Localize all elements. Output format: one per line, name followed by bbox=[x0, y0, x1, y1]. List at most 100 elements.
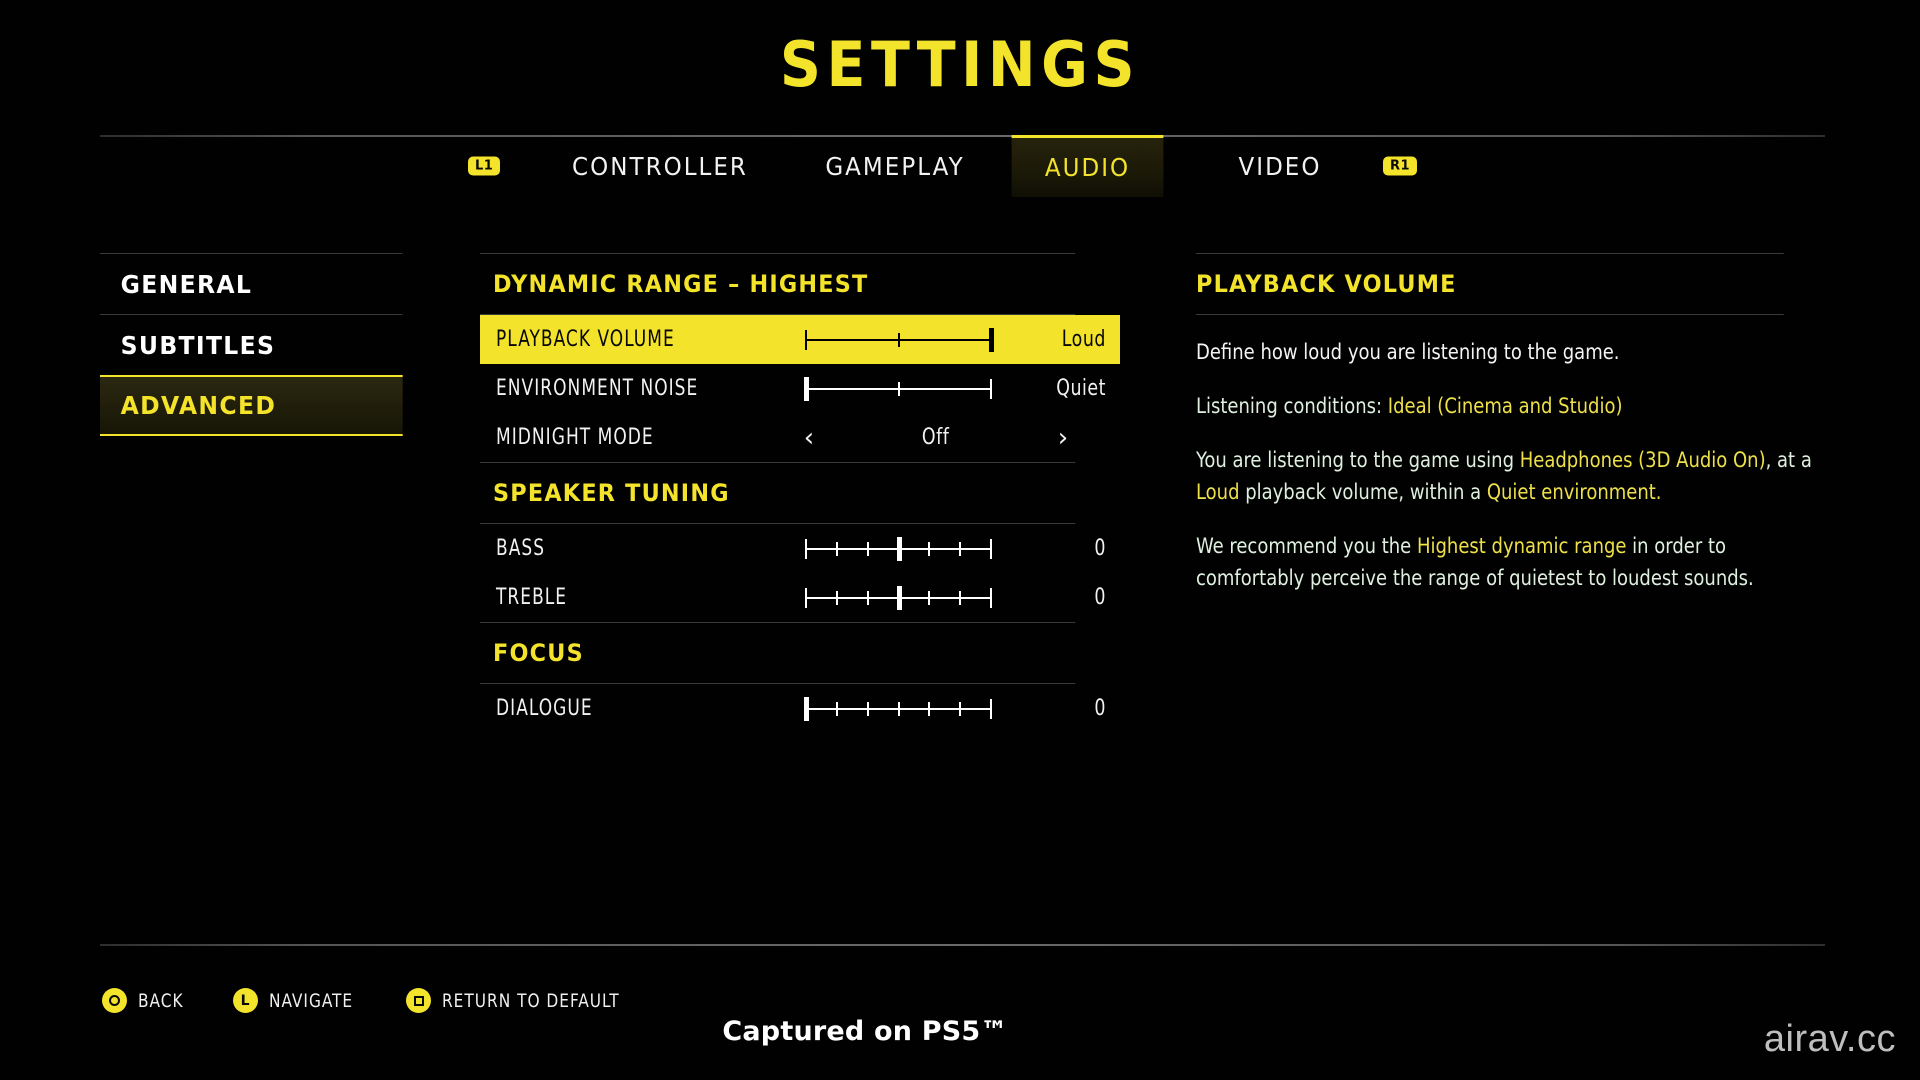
option-control bbox=[796, 315, 1001, 364]
info-highlight: Quiet environment. bbox=[1486, 480, 1662, 505]
option-row-bass[interactable]: BASS 0 bbox=[480, 524, 1120, 573]
page-title: SETTINGS bbox=[779, 28, 1141, 101]
slider-tick bbox=[928, 701, 931, 716]
settings-screen: SETTINGS L1 R1 CONTROLLER GAMEPLAY AUDIO VI… bbox=[0, 0, 1920, 1080]
tab-gameplay[interactable]: GAMEPLAY bbox=[808, 135, 983, 197]
option-control bbox=[796, 573, 1001, 622]
slider-tick bbox=[897, 332, 900, 347]
section-heading-label: FOCUS bbox=[493, 639, 584, 667]
option-label: DIALOGUE bbox=[496, 696, 593, 721]
slider-bass[interactable] bbox=[805, 536, 992, 561]
info-text: , at a bbox=[1765, 448, 1812, 473]
slider-tick bbox=[866, 701, 869, 716]
option-value: Loud bbox=[1061, 327, 1106, 352]
option-label: MIDNIGHT MODE bbox=[496, 425, 654, 450]
info-paragraph: We recommend you the Highest dynamic ran… bbox=[1196, 531, 1825, 595]
section-heading: FOCUS bbox=[480, 622, 1076, 684]
sidebar-item-general[interactable]: GENERAL bbox=[100, 253, 403, 314]
slider-treble[interactable] bbox=[805, 585, 992, 610]
slider-tick bbox=[959, 590, 962, 605]
button-prompt[interactable]: BACK bbox=[102, 988, 189, 1013]
info-panel: PLAYBACK VOLUME Define how loud you are … bbox=[1196, 253, 1828, 617]
chevron-left-icon[interactable]: ‹ bbox=[796, 425, 822, 451]
circle-button-icon bbox=[102, 988, 127, 1013]
chevron-right-icon[interactable]: › bbox=[1050, 425, 1076, 451]
category-list: GENERAL SUBTITLES ADVANCED bbox=[100, 253, 422, 436]
option-row-environment-noise[interactable]: ENVIRONMENT NOISE Quiet bbox=[480, 364, 1120, 413]
option-value: 0 bbox=[1094, 696, 1106, 721]
slider-handle[interactable] bbox=[896, 536, 902, 561]
sidebar-item-subtitles[interactable]: SUBTITLES bbox=[100, 314, 403, 375]
option-value: Quiet bbox=[1056, 376, 1106, 401]
option-value: 0 bbox=[1094, 536, 1106, 561]
slider-tick bbox=[866, 541, 869, 556]
captured-on-ps5-label: Captured on PS5™ bbox=[722, 1016, 1008, 1047]
info-highlight: Ideal (Cinema and Studio) bbox=[1387, 394, 1623, 419]
section-heading: DYNAMIC RANGE – HIGHEST bbox=[480, 253, 1076, 315]
slider-tick bbox=[990, 378, 992, 399]
slider-tick bbox=[928, 541, 931, 556]
option-label: ENVIRONMENT NOISE bbox=[496, 376, 699, 401]
option-value: 0 bbox=[1094, 585, 1106, 610]
slider-tick bbox=[990, 698, 992, 719]
option-control bbox=[796, 524, 1001, 573]
info-text: Listening conditions: bbox=[1196, 394, 1388, 419]
glyph-shape bbox=[109, 995, 120, 1006]
tab-video[interactable]: VIDEO bbox=[1202, 135, 1358, 197]
slider-playback-volume[interactable] bbox=[805, 327, 994, 352]
footer-divider bbox=[100, 944, 1825, 946]
option-label: TREBLE bbox=[496, 585, 568, 610]
tab-label: VIDEO bbox=[1238, 151, 1322, 181]
option-control bbox=[796, 364, 1001, 413]
slider-tick bbox=[990, 587, 992, 608]
slider-tick bbox=[805, 329, 807, 350]
tab-bar: L1 R1 CONTROLLER GAMEPLAY AUDIO VIDEO bbox=[100, 135, 1825, 197]
option-row-playback-volume[interactable]: PLAYBACK VOLUME Loud bbox=[480, 315, 1120, 364]
slider-tick bbox=[897, 381, 900, 396]
button-prompt-label: NAVIGATE bbox=[268, 989, 353, 1012]
info-text: You are listening to the game using bbox=[1196, 448, 1520, 473]
slider-tick bbox=[835, 701, 838, 716]
info-highlight: Loud bbox=[1196, 480, 1240, 505]
sidebar-item-advanced[interactable]: ADVANCED bbox=[100, 375, 403, 436]
slider-tick bbox=[805, 538, 807, 559]
sidebar-item-label: GENERAL bbox=[120, 269, 253, 299]
option-value: Off bbox=[922, 425, 950, 450]
left-stick-icon: L bbox=[232, 988, 258, 1013]
info-panel-title: PLAYBACK VOLUME bbox=[1196, 253, 1784, 315]
tab-audio[interactable]: AUDIO bbox=[1011, 135, 1164, 197]
slider-handle[interactable] bbox=[896, 585, 902, 610]
info-highlight: Headphones (3D Audio On) bbox=[1519, 448, 1766, 473]
option-label: PLAYBACK VOLUME bbox=[496, 327, 675, 352]
info-panel-body: Define how loud you are listening to the… bbox=[1196, 315, 1828, 595]
slider-handle[interactable] bbox=[804, 696, 809, 721]
slider-tick bbox=[928, 590, 931, 605]
slider-tick bbox=[805, 587, 807, 608]
slider-tick bbox=[835, 590, 838, 605]
option-row-midnight-mode[interactable]: MIDNIGHT MODE ‹ Off › bbox=[480, 413, 1120, 462]
option-control bbox=[796, 684, 1001, 733]
tab-controller[interactable]: CONTROLLER bbox=[554, 135, 766, 197]
slider-tick bbox=[990, 538, 992, 559]
button-prompt-label: RETURN TO DEFAULT bbox=[442, 989, 620, 1012]
info-paragraph: Define how loud you are listening to the… bbox=[1196, 337, 1825, 369]
glyph-shape bbox=[413, 995, 424, 1006]
chooser-midnight-mode: ‹ Off › bbox=[796, 413, 1076, 462]
options-panel: DYNAMIC RANGE – HIGHEST PLAYBACK VOLUME Lo… bbox=[480, 253, 1120, 733]
sidebar-item-label: ADVANCED bbox=[120, 391, 277, 420]
tab-list: CONTROLLER GAMEPLAY AUDIO VIDEO bbox=[100, 135, 1825, 197]
slider-tick bbox=[866, 590, 869, 605]
slider-handle[interactable] bbox=[989, 327, 994, 352]
slider-environment-noise[interactable] bbox=[804, 376, 992, 401]
info-text: playback volume, within a bbox=[1239, 480, 1487, 505]
option-row-treble[interactable]: TREBLE 0 bbox=[480, 573, 1120, 622]
button-prompt[interactable]: L NAVIGATE bbox=[232, 988, 362, 1013]
section-heading-label: SPEAKER TUNING bbox=[493, 479, 730, 507]
option-control: ‹ Off › bbox=[796, 413, 1076, 462]
option-row-dialogue[interactable]: DIALOGUE 0 bbox=[480, 684, 1120, 733]
square-button-icon bbox=[406, 988, 432, 1013]
button-prompt[interactable]: RETURN TO DEFAULT bbox=[406, 988, 639, 1013]
slider-dialogue[interactable] bbox=[804, 696, 992, 721]
info-text: We recommend you the bbox=[1196, 534, 1417, 559]
slider-handle[interactable] bbox=[804, 376, 809, 401]
